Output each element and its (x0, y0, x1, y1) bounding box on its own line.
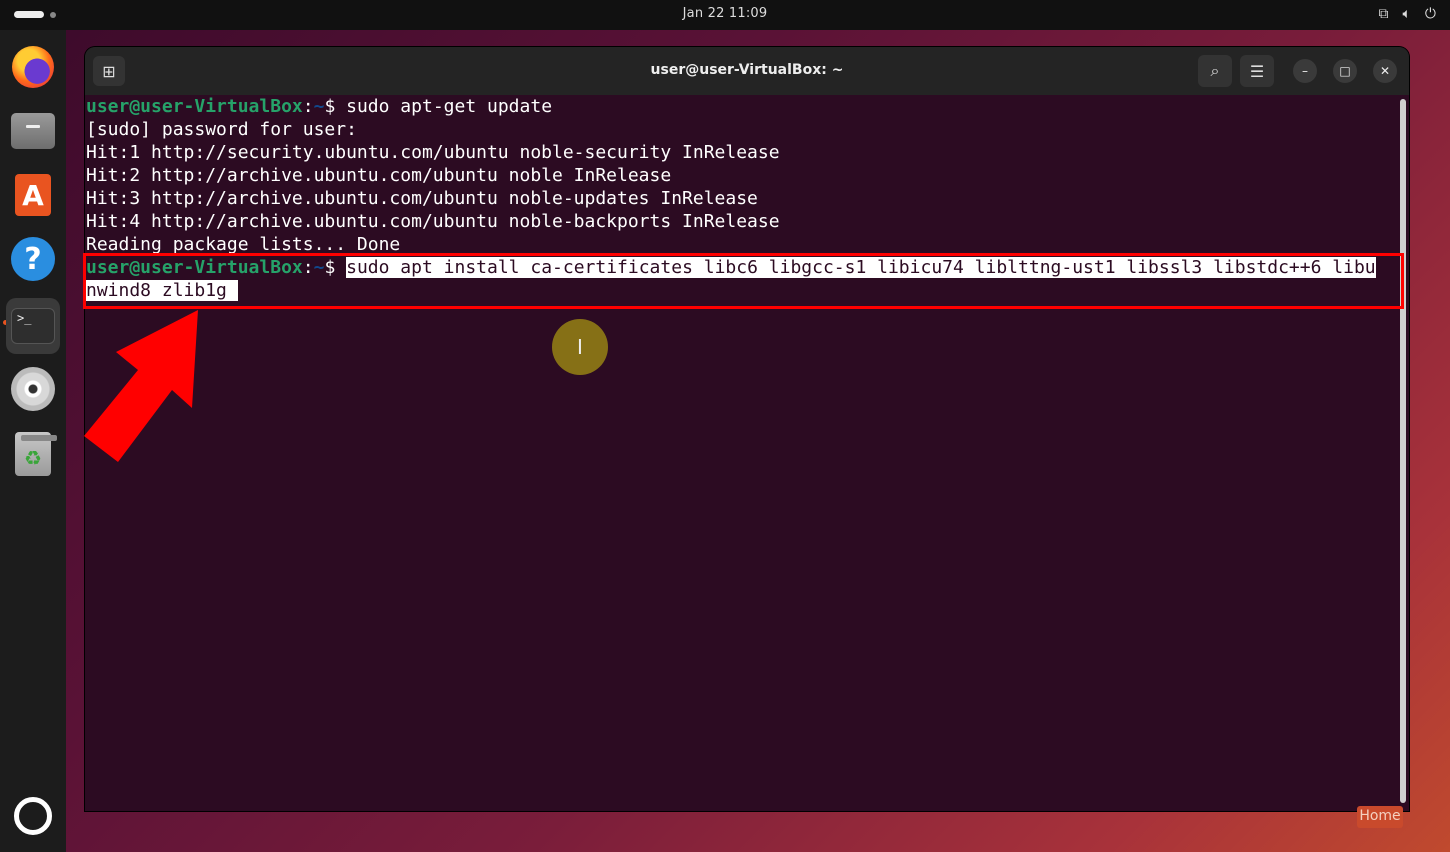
scrollbar[interactable] (1400, 99, 1406, 803)
dock-item-trash[interactable]: ♻ (9, 430, 57, 478)
terminal-line: [sudo] password for user: (86, 119, 357, 140)
terminal-line: Hit:2 http://archive.ubuntu.com/ubuntu n… (86, 165, 672, 186)
firefox-icon (12, 46, 54, 88)
prompt-path: ~ (313, 96, 325, 117)
dock-item-disc[interactable] (9, 365, 57, 413)
terminal-line: Hit:4 http://archive.ubuntu.com/ubuntu n… (86, 211, 780, 232)
red-arrow-icon (84, 310, 198, 462)
top-bar: Jan 22 11:09 ⧉ 🔈︎ ⏻ (0, 0, 1450, 30)
dock: A ? >_ ♻ (0, 30, 66, 852)
terminal-line: Hit:3 http://archive.ubuntu.com/ubuntu n… (86, 188, 758, 209)
close-button[interactable]: ✕ (1373, 59, 1397, 83)
dock-item-firefox[interactable] (9, 43, 57, 91)
help-icon: ? (11, 237, 55, 281)
command-text: sudo apt-get update (346, 96, 553, 117)
menu-button[interactable]: ☰ (1240, 55, 1274, 87)
prompt-symbol: $ (324, 96, 347, 117)
dock-item-app-center[interactable]: A (9, 171, 57, 219)
minimize-button[interactable]: – (1293, 59, 1317, 83)
ubuntu-icon (14, 797, 52, 835)
dock-item-help[interactable]: ? (9, 235, 57, 283)
show-apps-button[interactable] (9, 792, 57, 840)
dock-item-files[interactable] (9, 107, 57, 155)
store-icon: A (15, 174, 51, 216)
system-tray[interactable]: ⧉ 🔈︎ ⏻ (1379, 6, 1436, 22)
minimize-icon: – (1302, 64, 1308, 78)
title-bar[interactable]: ⊞ user@user-VirtualBox: ~ ⌕ ☰ – □ ✕ (85, 47, 1409, 95)
maximize-icon: □ (1339, 64, 1351, 78)
search-button[interactable]: ⌕ (1198, 55, 1232, 87)
network-icon[interactable]: ⧉ (1379, 6, 1389, 22)
text-cursor-icon: I (577, 335, 583, 359)
trash-icon: ♻ (15, 432, 57, 476)
search-icon: ⌕ (1210, 61, 1220, 80)
close-icon: ✕ (1379, 64, 1391, 78)
files-icon (11, 113, 55, 149)
prompt-colon: : (302, 96, 314, 117)
mouse-cursor: I (552, 319, 608, 375)
terminal-line: Hit:1 http://security.ubuntu.com/ubuntu … (86, 142, 780, 163)
power-icon[interactable]: ⏻ (1425, 6, 1436, 22)
disc-icon (11, 367, 55, 411)
hamburger-menu-icon: ☰ (1249, 61, 1265, 81)
volume-icon[interactable]: 🔈︎ (1403, 6, 1411, 22)
terminal-output[interactable]: user@user-VirtualBox:~$ sudo apt-get upd… (85, 95, 1397, 811)
home-folder-label[interactable]: Home (1357, 806, 1403, 828)
maximize-button[interactable]: □ (1333, 59, 1357, 83)
prompt-user: user@user-VirtualBox (86, 96, 303, 117)
dock-item-terminal[interactable]: >_ (6, 298, 60, 354)
terminal-window: ⊞ user@user-VirtualBox: ~ ⌕ ☰ – □ ✕ user… (85, 47, 1409, 811)
clock[interactable]: Jan 22 11:09 (0, 6, 1450, 21)
terminal-icon: >_ (11, 308, 55, 344)
terminal-line: user@user-VirtualBox:~$ sudo apt-get upd… (86, 95, 1397, 118)
highlight-box (83, 253, 1404, 309)
